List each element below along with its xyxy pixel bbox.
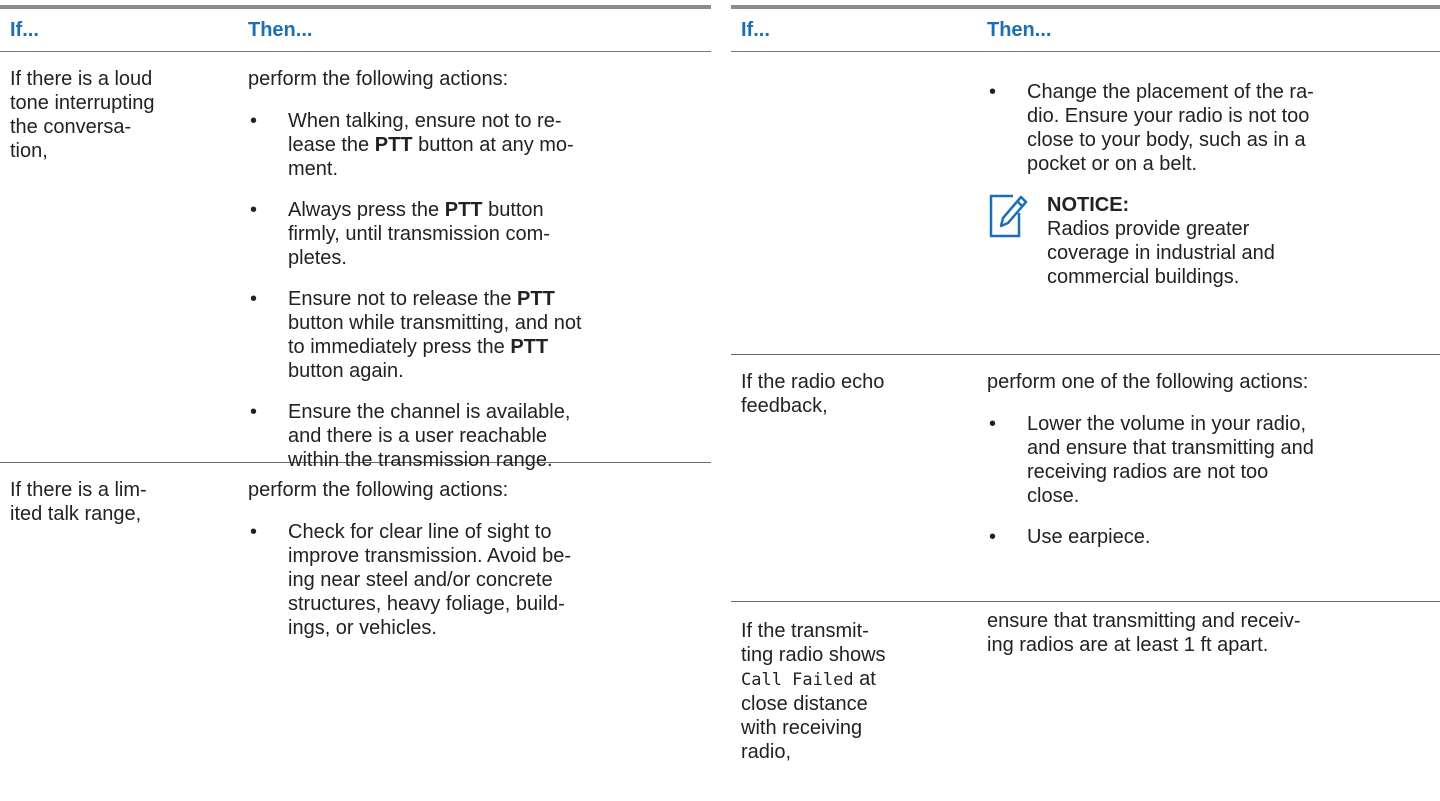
table-row: If the transmit- ting radio shows Call F… (731, 602, 1440, 792)
condition-line: feedback, (741, 395, 828, 417)
then-cell: perform one of the following actions: • … (987, 370, 1427, 566)
if-header: If... (741, 19, 770, 41)
condition-line: the conversa- (10, 116, 132, 138)
bullet-item: • Ensure the channel is available, and t… (250, 401, 571, 471)
condition-line: tion, (10, 140, 48, 162)
condition-line: If the transmit- (741, 620, 869, 642)
then-cell: perform the following actions: • Check f… (248, 478, 698, 657)
condition-line: If the radio echo (741, 371, 885, 393)
notice-text-line: commercial buildings. (1047, 266, 1240, 288)
condition-cell: If the transmit- ting radio shows Call F… (741, 619, 956, 764)
condition-cell: If there is a loud tone interrupting the… (10, 67, 225, 163)
condition-line: radio, (741, 741, 792, 763)
condition-line: ited talk range, (10, 503, 142, 525)
then-line: ensure that transmitting and receiv- (987, 610, 1301, 632)
table-row: If the radio echo feedback, perform one … (731, 355, 1440, 602)
edit-note-icon (989, 194, 1028, 238)
bullet-item: • Lower the volume in your radio, and en… (989, 413, 1314, 507)
if-header: If... (10, 19, 39, 41)
bullet-dot: • (250, 401, 258, 423)
notice-text-line: Radios provide greater (1047, 218, 1250, 240)
then-intro: perform the following actions: (248, 68, 509, 90)
bullet-dot: • (250, 288, 258, 310)
then-cell: • Change the placement of the ra- dio. E… (987, 80, 1427, 289)
right-table: If... Then... • Change the placement of … (731, 0, 1440, 792)
then-intro: perform one of the following actions: (987, 371, 1309, 393)
bullet-dot: • (989, 526, 997, 548)
bullet-item: • Ensure not to release the PTT button w… (250, 288, 582, 382)
bullet-item: • When talking, ensure not to re- lease … (250, 110, 574, 180)
call-failed-code: Call Failed (741, 670, 854, 690)
condition-line: Call Failed at (741, 668, 876, 690)
then-header: Then... (987, 19, 1052, 41)
condition-line: If there is a loud (10, 68, 153, 90)
bullet-item: • Check for clear line of sight to impro… (250, 521, 572, 639)
table-header: If... Then... (731, 5, 1440, 52)
notice-title: NOTICE: (1047, 194, 1130, 216)
table-header: If... Then... (0, 5, 711, 52)
bullet-dot: • (989, 413, 997, 435)
notice-text-line: coverage in industrial and (1047, 242, 1275, 264)
left-table: If... Then... If there is a loud tone in… (0, 0, 711, 763)
condition-line: close distance (741, 693, 868, 715)
condition-line: with receiving (741, 717, 863, 739)
bullet-item: • Use earpiece. (989, 526, 1151, 548)
then-cell: perform the following actions: • When ta… (248, 67, 698, 489)
bullet-dot: • (250, 110, 258, 132)
table-row: • Change the placement of the ra- dio. E… (731, 52, 1440, 355)
table-row: If there is a lim- ited talk range, perf… (0, 463, 711, 763)
condition-line: If there is a lim- (10, 479, 147, 501)
bullet-dot: • (250, 521, 258, 543)
condition-line: ting radio shows (741, 644, 886, 666)
then-line: ing radios are at least 1 ft apart. (987, 634, 1269, 656)
condition-line: tone interrupting (10, 92, 155, 114)
then-header: Then... (248, 19, 313, 41)
bullet-dot: • (989, 81, 997, 103)
bullet-item: • Always press the PTT button firmly, un… (250, 199, 550, 269)
bullet-dot: • (250, 199, 258, 221)
then-intro: perform the following actions: (248, 479, 509, 501)
condition-cell: If there is a lim- ited talk range, (10, 478, 225, 526)
table-row: If there is a loud tone interrupting the… (0, 52, 711, 471)
bullet-item: • Change the placement of the ra- dio. E… (989, 81, 1314, 175)
then-cell: ensure that transmitting and receiv- ing… (987, 609, 1427, 657)
notice-box: NOTICE: Radios provide greater coverage … (987, 193, 1427, 289)
condition-cell: If the radio echo feedback, (741, 370, 956, 418)
